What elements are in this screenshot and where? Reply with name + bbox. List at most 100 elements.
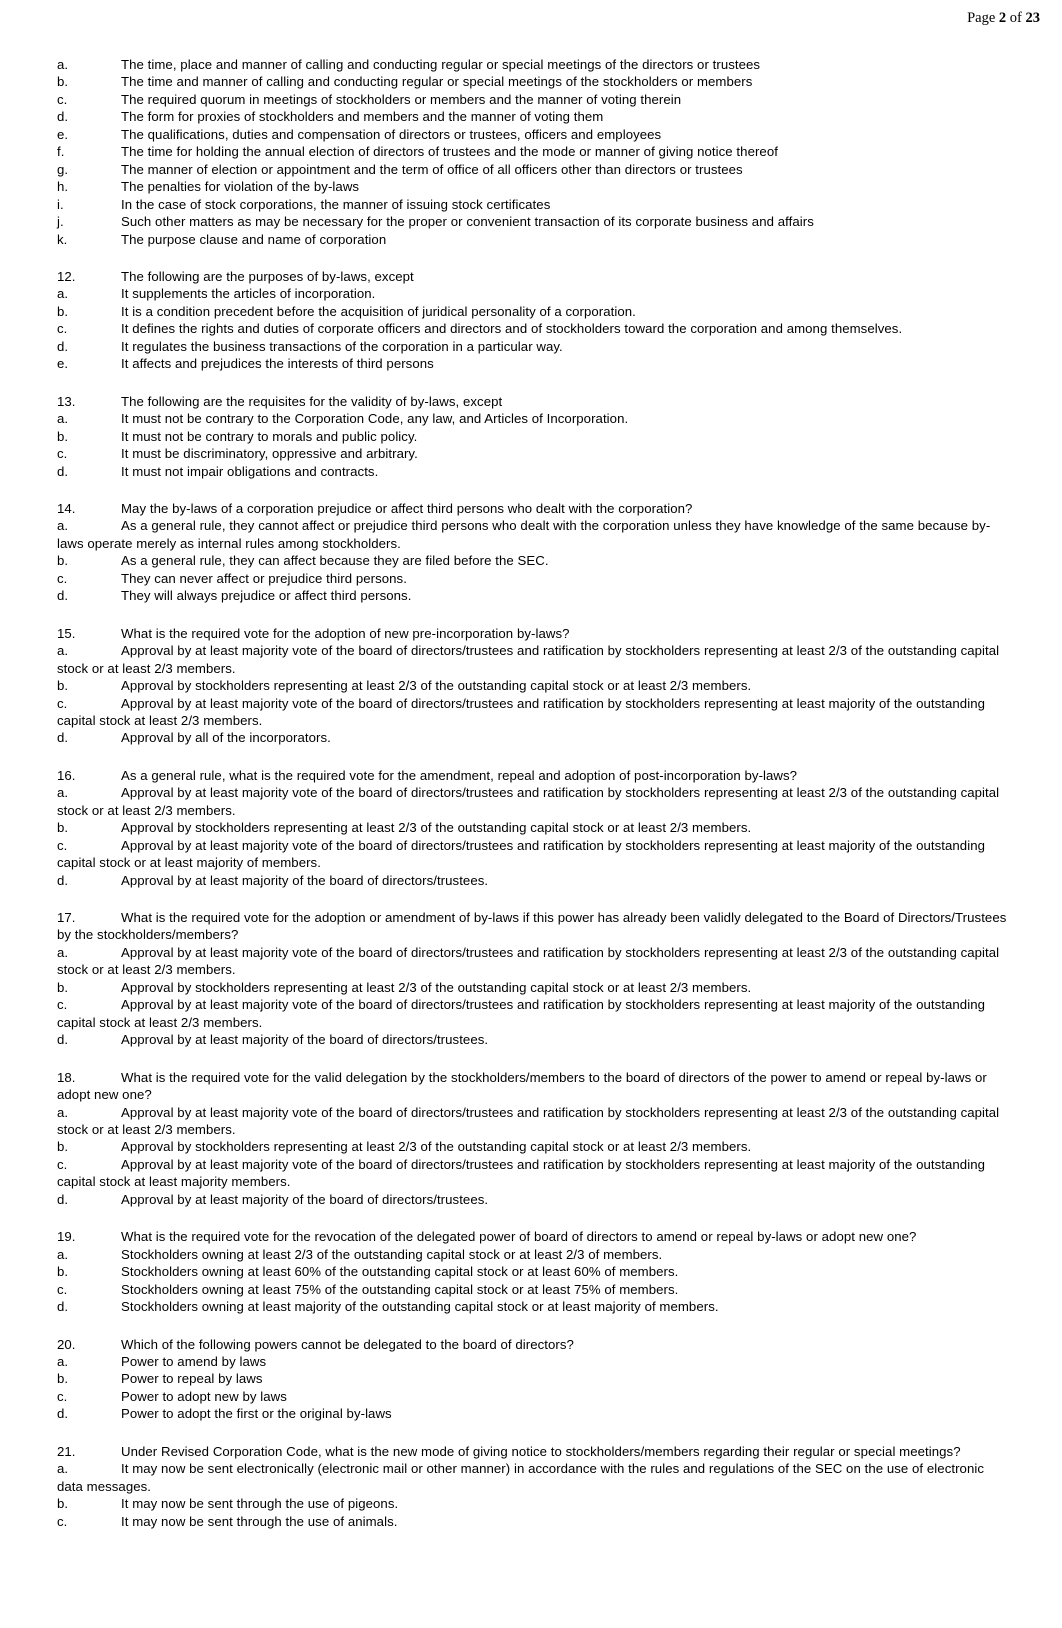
choice-line: c. Stockholders owning at least 75% of th… [57, 1281, 1007, 1298]
choice-label: d. [57, 1299, 69, 1315]
choice-line: a. Approval by at least majority vote of … [57, 1104, 1007, 1139]
choice-line: b. It is a condition precedent before the… [57, 303, 1007, 320]
document-page: Page 2 of 23 a. The time, place and manne… [0, 0, 1062, 1628]
choice-text: It must not be contrary to morals and pu… [121, 428, 418, 444]
question-prompt: The following are the purposes of by-law… [121, 268, 414, 284]
choice-text: Approval by at least majority vote of th… [57, 785, 1000, 818]
question-line: 20. Which of the following powers cannot … [57, 1336, 1007, 1353]
choice-label: b. [57, 1496, 69, 1512]
choice-line: b. Power to repeal by laws [57, 1370, 1007, 1387]
list-item-label: b. [57, 74, 69, 90]
list-item: f. The time for holding the annual electi… [57, 143, 1007, 160]
choice-line: c. It may now be sent through the use of … [57, 1513, 1007, 1530]
choice-text: Approval by at least majority vote of th… [57, 1156, 986, 1190]
choice-line: d. Approval by all of the incorporators. [57, 729, 1007, 746]
choice-line: d. Approval by at least majority of the b… [57, 872, 1007, 889]
question-block: 13. The following are the requisites for … [57, 393, 1007, 480]
list-item-label: g. [57, 161, 69, 177]
choice-text: It may now be sent through the use of pi… [121, 1496, 399, 1512]
choice-label: a. [57, 518, 69, 534]
question-number: 12. [57, 268, 76, 284]
list-item-label: k. [57, 231, 68, 247]
question-line: 17. What is the required vote for the ado… [57, 909, 1007, 944]
choice-label: d. [57, 872, 69, 888]
choice-label: c. [57, 1513, 68, 1529]
question-prompt: What is the required vote for the adopti… [121, 625, 570, 641]
choice-line: c. Approval by at least majority vote of … [57, 996, 1007, 1031]
choice-label: c. [57, 1281, 68, 1297]
choice-line: e. It affects and prejudices the interest… [57, 355, 1007, 372]
question-prompt: Under Revised Corporation Code, what is … [121, 1443, 961, 1459]
choice-text: Approval by stockholders representing at… [121, 979, 752, 995]
choice-label: e. [57, 356, 69, 372]
document-body: a. The time, place and manner of calling … [57, 56, 1007, 1530]
choice-line: a. Approval by at least majority vote of … [57, 642, 1007, 677]
choice-text: Approval by at least majority vote of th… [57, 1104, 1000, 1138]
list-item-text: Such other matters as may be necessary f… [121, 214, 814, 230]
choice-label: a. [57, 1461, 69, 1477]
choice-label: d. [57, 338, 69, 354]
choice-line: d. Approval by at least majority of the b… [57, 1031, 1007, 1048]
choice-text: Power to adopt new by laws [121, 1388, 287, 1404]
page-header-middle: of [1006, 10, 1026, 26]
choice-text: Approval by stockholders representing at… [121, 1139, 752, 1155]
choice-line: b. Approval by stockholders representing … [57, 979, 1007, 996]
choice-text: It regulates the business transactions o… [121, 338, 563, 354]
choice-label: a. [57, 1104, 69, 1120]
choice-text: It may now be sent through the use of an… [121, 1513, 398, 1529]
choice-line: b. It must not be contrary to morals and … [57, 428, 1007, 445]
list-item: b. The time and manner of calling and con… [57, 73, 1007, 90]
question-line: 12. The following are the purposes of by-… [57, 268, 1007, 285]
choice-text: It affects and prejudices the interests … [121, 356, 434, 372]
choice-text: Stockholders owning at least 60% of the … [121, 1264, 679, 1280]
choice-line: d. Stockholders owning at least majority … [57, 1298, 1007, 1315]
enumeration-block: a. The time, place and manner of calling … [57, 56, 1007, 248]
choice-line: a. Stockholders owning at least 2/3 of th… [57, 1246, 1007, 1263]
choice-label: b. [57, 1264, 69, 1280]
list-item: e. The qualifications, duties and compens… [57, 126, 1007, 143]
question-prompt: What is the required vote for the valid … [57, 1069, 987, 1103]
list-item: a. The time, place and manner of calling … [57, 56, 1007, 73]
choice-text: Approval by at least majority vote of th… [57, 944, 1000, 978]
list-item: g. The manner of election or appointment … [57, 161, 1007, 178]
choice-line: c. Power to adopt new by laws [57, 1388, 1007, 1405]
choice-text: Approval by all of the incorporators. [121, 730, 331, 746]
choice-label: d. [57, 1191, 69, 1207]
question-number: 14. [57, 500, 76, 516]
choice-line: d. They will always prejudice or affect t… [57, 587, 1007, 604]
choice-label: d. [57, 1406, 69, 1422]
choice-text: Power to amend by laws [121, 1354, 267, 1369]
choice-text: Power to repeal by laws [121, 1371, 263, 1387]
choice-label: a. [57, 643, 69, 659]
choice-label: d. [57, 1032, 69, 1048]
choice-label: a. [57, 1354, 69, 1369]
question-line: 16. As a general rule, what is the requir… [57, 767, 1007, 784]
choice-line: d. It regulates the business transactions… [57, 338, 1007, 355]
question-line: 18. What is the required vote for the val… [57, 1069, 1007, 1104]
choice-text: Stockholders owning at least majority of… [121, 1299, 719, 1315]
choice-label: b. [57, 1371, 69, 1387]
choice-text: It is a condition precedent before the a… [121, 303, 636, 319]
choice-label: c. [57, 997, 68, 1013]
question-block: 15. What is the required vote for the ado… [57, 625, 1007, 747]
choice-line: d. It must not impair obligations and con… [57, 463, 1007, 480]
choice-label: c. [57, 695, 68, 711]
choice-text: It must not be contrary to the Corporati… [121, 411, 629, 427]
question-block: 17. What is the required vote for the ado… [57, 909, 1007, 1049]
list-item-label: e. [57, 126, 69, 142]
question-line: 14. May the by-laws of a corporation prej… [57, 500, 1007, 517]
choice-label: c. [57, 570, 68, 586]
choice-line: a. It supplements the articles of incorpo… [57, 285, 1007, 302]
list-item-text: In the case of stock corporations, the m… [121, 196, 551, 212]
list-item-label: d. [57, 109, 69, 125]
choice-label: c. [57, 446, 68, 462]
choice-label: b. [57, 1139, 69, 1155]
choice-text: Approval by at least majority of the boa… [121, 1191, 489, 1207]
choice-line: a. Approval by at least majority vote of … [57, 944, 1007, 979]
question-block: 21. Under Revised Corporation Code, what … [57, 1443, 1007, 1530]
